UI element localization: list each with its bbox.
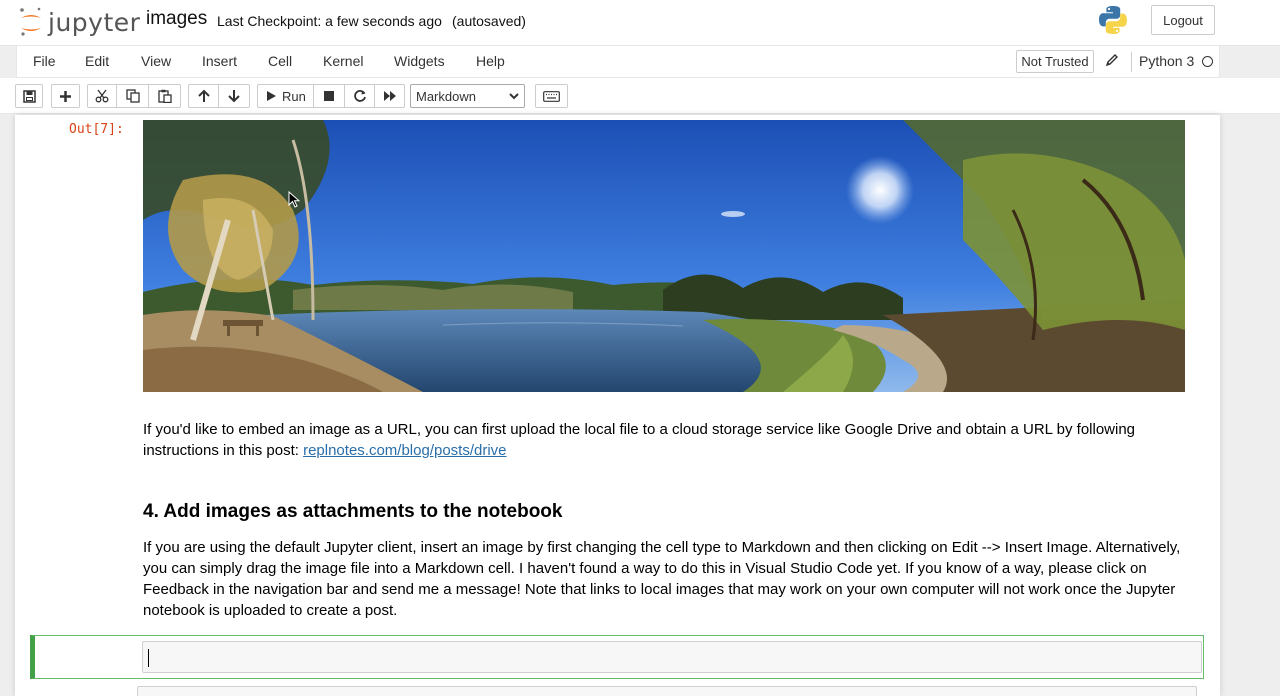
panorama-lake-image [143,120,1185,392]
cell-type-value: Markdown [416,88,476,104]
restart-button[interactable] [345,84,375,108]
markdown-paragraph-url: If you'd like to embed an image as a URL… [143,419,1193,461]
menu-widgets[interactable]: Widgets [394,53,445,69]
copy-icon [125,89,140,103]
output-prompt: Out[7]: [69,122,124,137]
command-palette-button[interactable] [535,84,568,108]
jupyter-logo-icon [20,7,41,36]
arrow-down-icon [228,90,240,103]
copy-button[interactable] [117,84,149,108]
arrow-up-icon [197,89,210,102]
header: jupyter images Last Checkpoint: a few se… [0,0,1280,46]
insert-cell-button[interactable] [51,84,80,108]
kernel-divider [1131,52,1132,72]
run-button[interactable]: Run [257,84,314,108]
restart-icon [353,90,366,102]
menu-edit[interactable]: Edit [85,53,109,69]
text-caret [148,649,149,667]
interrupt-button[interactable] [314,84,345,108]
paste-icon [157,89,172,103]
mouse-cursor-icon [288,191,300,208]
menu-cell[interactable]: Cell [268,53,292,69]
python-logo-icon [1099,6,1127,34]
paste-button[interactable] [149,84,181,108]
logo-text: jupyter [48,7,141,37]
jupyter-logo[interactable]: jupyter [18,6,140,38]
fast-forward-icon [383,91,396,101]
stop-icon [324,91,334,101]
plus-icon [60,90,71,102]
keyboard-icon [543,90,560,102]
menu-insert[interactable]: Insert [202,53,237,69]
notebook-name[interactable]: images [146,8,207,30]
checkpoint-status: Last Checkpoint: a few seconds ago [217,13,442,29]
next-cell-input[interactable] [137,686,1197,696]
menu-file[interactable]: File [33,53,56,69]
section-heading: 4. Add images as attachments to the note… [143,501,563,522]
kernel-name[interactable]: Python 3 [1139,53,1194,69]
autosave-status: (autosaved) [452,13,526,29]
chevron-down-icon [509,93,519,100]
cut-button[interactable] [87,84,117,108]
save-button[interactable] [15,84,43,108]
kernel-idle-icon [1202,56,1213,67]
move-up-button[interactable] [188,84,219,108]
paragraph-text: If you'd like to embed an image as a URL… [143,421,1136,459]
cell-input-area[interactable] [142,641,1202,673]
move-down-button[interactable] [219,84,250,108]
scissors-icon [95,89,109,103]
drive-post-link[interactable]: replnotes.com/blog/posts/drive [303,442,506,459]
cell-type-select[interactable]: Markdown [410,84,525,108]
menu-help[interactable]: Help [476,53,505,69]
notebook-container[interactable]: Out[7]: If you'd like to embed an image … [15,115,1220,696]
scrollbar-track[interactable] [1265,115,1280,696]
save-icon [22,89,36,103]
markdown-paragraph-attachments: If you are using the default Jupyter cli… [143,539,1181,619]
not-trusted-button[interactable]: Not Trusted [1016,50,1094,73]
menu-kernel[interactable]: Kernel [323,53,363,69]
toolbar: Run Markdown [0,78,1280,114]
restart-run-all-button[interactable] [375,84,405,108]
play-icon [267,91,276,101]
menu-view[interactable]: View [141,53,171,69]
menubar: File Edit View Insert Cell Kernel Widget… [16,46,1220,78]
run-label: Run [282,88,306,104]
pencil-icon[interactable] [1105,53,1119,67]
active-edit-cell[interactable] [30,635,1204,679]
logout-button[interactable]: Logout [1151,5,1215,35]
